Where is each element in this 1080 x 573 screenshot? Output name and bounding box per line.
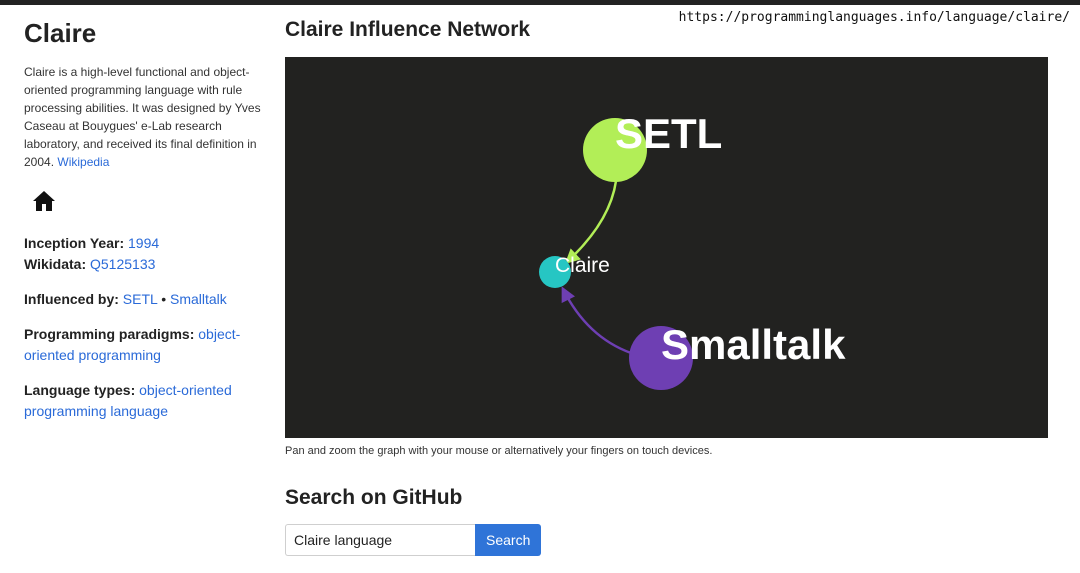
home-icon[interactable] (32, 189, 56, 213)
edge-smalltalk-claire (561, 286, 632, 355)
github-search-input[interactable] (285, 524, 475, 556)
inception-label: Inception Year: (24, 235, 125, 251)
influence-separator: • (161, 291, 167, 307)
wikidata-link[interactable]: Q5125133 (90, 256, 155, 272)
sidebar: Claire Claire is a high-level functional… (24, 18, 264, 436)
language-description: Claire is a high-level functional and ob… (24, 63, 264, 171)
paradigms-label: Programming paradigms: (24, 326, 195, 342)
network-svg[interactable]: SETL Claire Smalltalk (285, 57, 1048, 438)
top-bar (0, 0, 1080, 5)
influence-link-setl[interactable]: SETL (123, 291, 158, 307)
edge-setl-claire (564, 180, 618, 265)
github-search-button[interactable]: Search (475, 524, 542, 556)
github-search-title: Search on GitHub (285, 486, 463, 509)
github-search-form: Search (285, 524, 542, 556)
main-content: Claire Influence Network (285, 18, 1048, 42)
node-label-smalltalk: Smalltalk (661, 321, 846, 368)
language-types-label: Language types: (24, 382, 136, 398)
page-title: Claire (24, 18, 97, 48)
influence-link-smalltalk[interactable]: Smalltalk (170, 291, 227, 307)
inception-year-link[interactable]: 1994 (128, 235, 159, 251)
network-title: Claire Influence Network (285, 18, 531, 41)
influenced-by-label: Influenced by: (24, 291, 119, 307)
node-label-setl: SETL (615, 110, 722, 157)
description-text: Claire is a high-level functional and ob… (24, 65, 261, 169)
graph-caption: Pan and zoom the graph with your mouse o… (285, 445, 713, 457)
wikipedia-link[interactable]: Wikipedia (57, 155, 109, 169)
influence-network-graph[interactable]: SETL Claire Smalltalk (285, 57, 1048, 438)
language-facts: Inception Year: 1994 Wikidata: Q5125133 … (24, 233, 264, 422)
wikidata-label: Wikidata: (24, 256, 87, 272)
node-label-claire: Claire (555, 254, 610, 277)
